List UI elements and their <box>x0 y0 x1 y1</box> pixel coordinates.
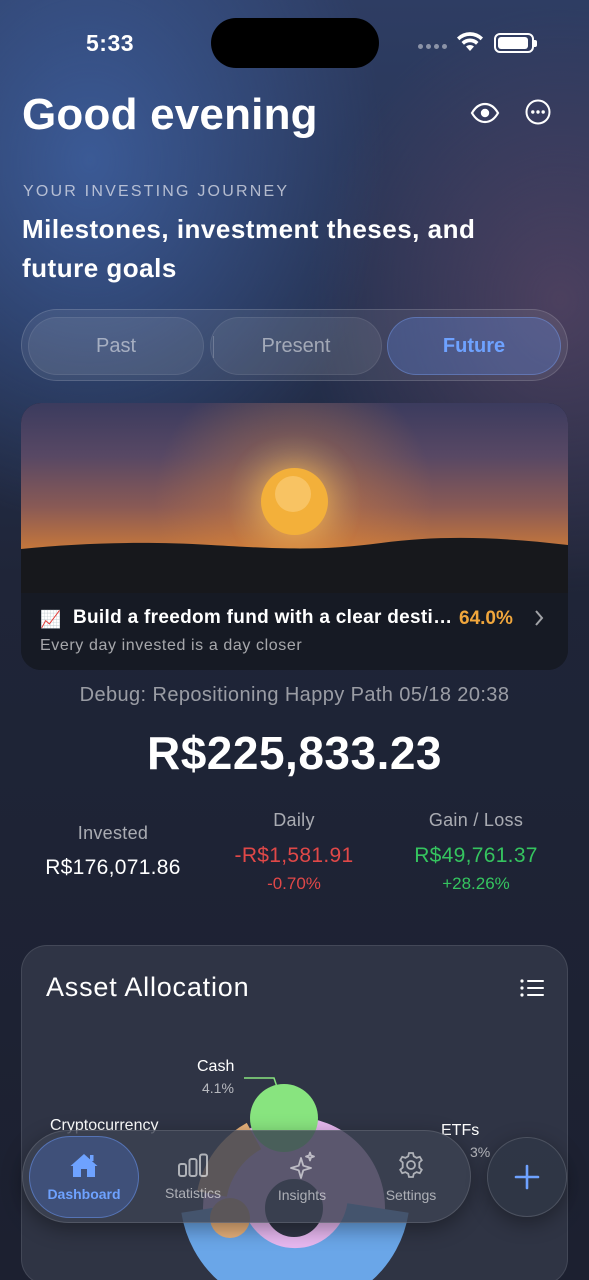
goal-subtitle: Every day invested is a day closer <box>40 637 303 654</box>
chart-up-icon: 📈 <box>40 610 62 629</box>
tab-bar: Dashboard Statistics Insights Settings <box>22 1130 471 1223</box>
section-title: Milestones, investment theses, and futur… <box>22 214 476 283</box>
bar-chart-icon <box>178 1153 208 1177</box>
sunset-illustration <box>21 403 568 593</box>
gain-loss-value: R$49,761.37 <box>414 844 538 867</box>
segment-present[interactable]: Present <box>210 317 382 375</box>
status-time: 5:33 <box>86 30 135 56</box>
goal-progress: 64.0% <box>459 608 513 629</box>
allocation-pct-etfs: 3% <box>470 1144 491 1160</box>
battery-icon <box>494 33 537 53</box>
gain-loss-label: Gain / Loss <box>428 810 524 830</box>
debug-label: Debug: Repositioning Happy Path 05/18 20… <box>79 684 510 706</box>
daily-value: -R$1,581.91 <box>234 844 354 867</box>
page-title: Good evening <box>22 90 318 139</box>
segment-future[interactable]: Future <box>387 317 561 375</box>
more-icon[interactable] <box>520 94 556 130</box>
tab-insights[interactable]: Insights <box>247 1136 357 1218</box>
sparkles-icon <box>290 1151 315 1179</box>
allocation-pct-cash: 4.1% <box>202 1080 234 1096</box>
add-button[interactable] <box>487 1137 567 1217</box>
tab-statistics[interactable]: Statistics <box>138 1136 248 1218</box>
section-kicker: YOUR INVESTING JOURNEY <box>23 183 290 200</box>
plus-icon <box>514 1164 540 1190</box>
gain-loss-percent: +28.26% <box>442 874 510 893</box>
journey-segmented-control: Past Present Future <box>21 309 568 381</box>
daily-label: Daily <box>273 810 315 830</box>
invested-value: R$176,071.86 <box>45 856 181 879</box>
cellular-signal-icon <box>418 44 447 49</box>
tab-dashboard[interactable]: Dashboard <box>29 1136 139 1218</box>
asset-allocation-card: Asset Allocation Cash 4.1% Cryptocurrenc… <box>21 945 568 1280</box>
allocation-title: Asset Allocation <box>46 972 250 1002</box>
tab-insights-label: Insights <box>277 1187 327 1203</box>
invested-label: Invested <box>77 823 149 843</box>
wifi-icon <box>457 32 483 51</box>
goal-card[interactable]: 📈 Build a freedom fund with a clear dest… <box>21 403 568 670</box>
sun-illustration <box>261 468 328 535</box>
goal-card-footer: 📈 Build a freedom fund with a clear dest… <box>21 593 568 670</box>
goal-title: Build a freedom fund with a clear destin… <box>73 607 458 628</box>
tab-settings[interactable]: Settings <box>356 1136 466 1218</box>
hills-illustration <box>21 537 568 593</box>
tab-dashboard-label: Dashboard <box>47 1186 121 1202</box>
daily-percent: -0.70% <box>267 874 321 893</box>
segment-past[interactable]: Past <box>28 317 204 375</box>
portfolio-total: R$225,833.23 <box>146 727 443 779</box>
tab-settings-label: Settings <box>385 1187 437 1203</box>
chevron-right-icon <box>535 610 544 626</box>
eye-icon[interactable] <box>466 94 504 132</box>
gear-icon <box>399 1152 423 1178</box>
tab-statistics-label: Statistics <box>164 1185 221 1201</box>
house-icon <box>70 1154 98 1177</box>
dynamic-island <box>211 18 379 68</box>
list-icon[interactable] <box>519 977 545 999</box>
allocation-label-cash: Cash <box>197 1058 235 1075</box>
